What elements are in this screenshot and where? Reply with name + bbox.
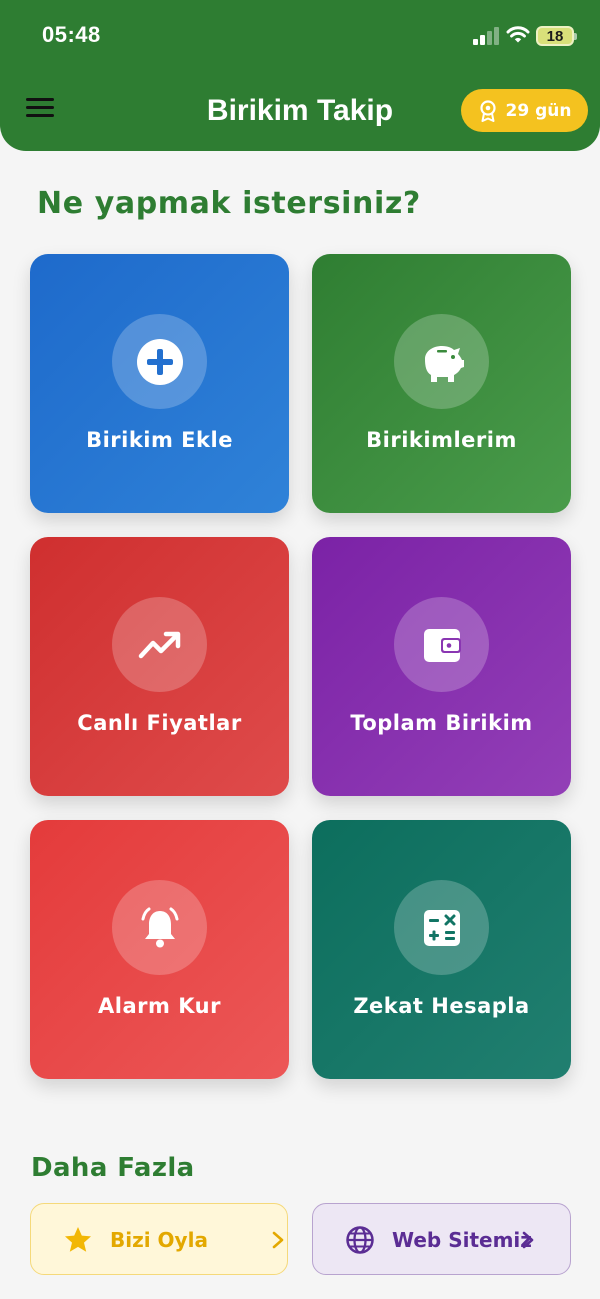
wallet-icon: [423, 628, 461, 662]
tile-toplam-birikim[interactable]: Toplam Birikim: [312, 537, 571, 796]
battery-indicator: 18: [536, 26, 577, 46]
tile-birikim-ekle[interactable]: Birikim Ekle: [30, 254, 289, 513]
tile-icon-circle: [394, 314, 489, 409]
section-title-more: Daha Fazla: [31, 1153, 195, 1183]
tile-label: Birikim Ekle: [86, 428, 233, 452]
streak-badge[interactable]: 29 gün: [461, 89, 588, 132]
chevron-right-icon: [272, 1231, 284, 1249]
page-question: Ne yapmak istersiniz?: [37, 186, 421, 221]
app-header: 05:48 18 Birikim Takip 29 gün: [0, 0, 600, 151]
tile-alarm-kur[interactable]: Alarm Kur: [30, 820, 289, 1079]
trending-up-icon: [138, 631, 180, 658]
tile-icon-circle: [112, 597, 207, 692]
tile-zekat-hesapla[interactable]: Zekat Hesapla: [312, 820, 571, 1079]
cellular-signal-icon: [473, 27, 499, 45]
calculator-icon: [423, 909, 460, 946]
website-button[interactable]: Web Sitemiz: [312, 1203, 571, 1275]
star-icon: [65, 1227, 91, 1252]
tile-icon-circle: [394, 597, 489, 692]
rate-us-label: Bizi Oyla: [110, 1228, 208, 1252]
tile-label: Birikimlerim: [366, 428, 517, 452]
wifi-icon: [506, 26, 530, 43]
tile-canli-fiyatlar[interactable]: Canlı Fiyatlar: [30, 537, 289, 796]
plus-circle-icon: [136, 338, 183, 385]
globe-icon: [346, 1226, 374, 1254]
tile-icon-circle: [394, 880, 489, 975]
tile-label: Toplam Birikim: [350, 711, 533, 735]
award-icon: [479, 99, 496, 122]
chevron-right-icon: [522, 1231, 534, 1249]
tile-label: Alarm Kur: [98, 994, 221, 1018]
tile-icon-circle: [112, 314, 207, 409]
tile-label: Canlı Fiyatlar: [77, 711, 242, 735]
website-label: Web Sitemiz: [392, 1228, 532, 1252]
streak-label: 29 gün: [505, 100, 572, 121]
bell-icon: [141, 907, 178, 947]
rate-us-button[interactable]: Bizi Oyla: [30, 1203, 288, 1275]
tile-label: Zekat Hesapla: [353, 994, 530, 1018]
status-time: 05:48: [42, 22, 101, 47]
tile-icon-circle: [112, 880, 207, 975]
tile-birikimlerim[interactable]: Birikimlerim: [312, 254, 571, 513]
battery-level: 18: [546, 27, 564, 45]
piggy-bank-icon: [424, 345, 464, 382]
